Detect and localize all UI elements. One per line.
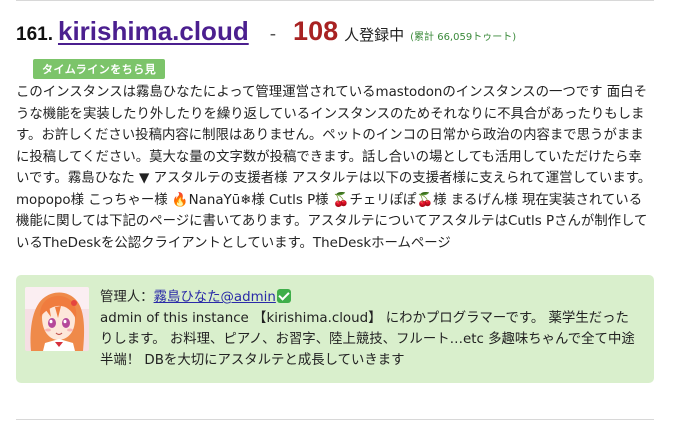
admin-info: 管理人：霧島ひなた@admin admin of this instance 【… bbox=[100, 287, 640, 371]
check-icon bbox=[276, 289, 291, 303]
total-toots: (累計 66,059トゥート) bbox=[410, 32, 517, 43]
admin-label: 管理人： bbox=[100, 290, 154, 305]
instance-entry: 161. kirishima.cloud - 108 人登録中 (累計 66,0… bbox=[16, 16, 656, 254]
user-count-suffix: 人登録中 bbox=[344, 26, 405, 44]
separator-dash: - bbox=[269, 24, 277, 45]
user-count: 108 bbox=[293, 16, 339, 46]
admin-profile-link[interactable]: 霧島ひなた@admin bbox=[154, 290, 276, 305]
instance-name-link[interactable]: kirishima.cloud bbox=[58, 16, 249, 47]
anime-avatar-icon[interactable] bbox=[25, 287, 89, 351]
timeline-preview-button[interactable]: タイムラインをちら見 bbox=[33, 59, 166, 79]
instance-description: このインスタンスは霧島ひなたによって管理運営されているmastodonのインスタ… bbox=[16, 85, 652, 251]
instance-rank: 161. bbox=[16, 24, 53, 45]
admin-bio: admin of this instance 【kirishima.cloud】… bbox=[100, 311, 635, 368]
bottom-divider bbox=[16, 419, 654, 420]
top-divider bbox=[16, 0, 654, 1]
admin-card: 管理人：霧島ひなた@admin admin of this instance 【… bbox=[16, 275, 654, 383]
instance-headline: 161. kirishima.cloud - 108 人登録中 (累計 66,0… bbox=[16, 16, 656, 56]
